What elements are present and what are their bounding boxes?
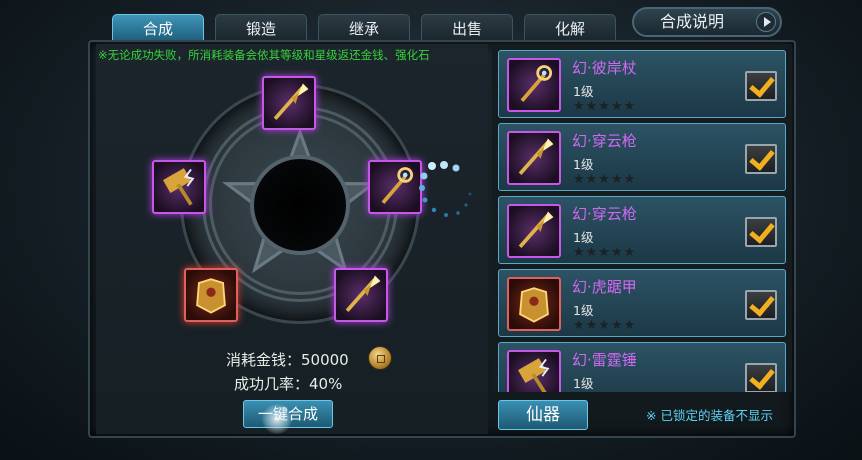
cost-label: 消耗金钱：50000 <box>226 351 349 369</box>
spear-icon <box>507 131 561 185</box>
list-item[interactable]: 幻·穿云枪 1级 ★★★★★ <box>498 196 786 264</box>
staff-icon <box>381 167 414 204</box>
touch-glow <box>262 404 292 434</box>
armor-icon <box>507 277 561 331</box>
item-name: 幻·雷霆锤 <box>572 351 637 369</box>
item-name: 幻·彼岸杖 <box>572 59 637 77</box>
spear-icon <box>273 83 309 120</box>
armor-icon <box>196 278 226 314</box>
tab-synthesis[interactable]: 合成 <box>112 14 204 42</box>
select-checkbox[interactable] <box>745 363 777 392</box>
synthesis-notice: ※无论成功失败，所消耗装备会依其等级和星级返还金钱、强化石 <box>98 48 430 62</box>
select-checkbox[interactable] <box>745 217 777 247</box>
star-rating: ★★★★★ <box>573 391 636 392</box>
tab-dissolve[interactable]: 化解 <box>524 14 616 42</box>
slot-right[interactable] <box>368 160 422 214</box>
list-item[interactable]: 幻·彼岸杖 1级 ★★★★★ <box>498 50 786 118</box>
star-rating: ★★★★★ <box>573 99 637 114</box>
success-rate-label: 成功几率：40% <box>234 375 343 393</box>
star-rating: ★★★★★ <box>573 172 637 187</box>
item-level: 1级 <box>573 376 594 391</box>
gold-coin-icon <box>368 346 392 370</box>
slot-top[interactable] <box>262 76 316 130</box>
synthesis-core <box>250 155 350 255</box>
slot-bottom-left[interactable] <box>184 268 238 322</box>
item-level: 1级 <box>573 157 594 172</box>
select-checkbox[interactable] <box>745 290 777 320</box>
play-arrow-icon <box>756 12 776 32</box>
slot-bottom-right[interactable] <box>334 268 388 322</box>
list-item[interactable]: 幻·虎踞甲 1级 ★★★★★ <box>498 269 786 337</box>
synthesis-help-button[interactable]: 合成说明 <box>632 7 782 37</box>
star-rating: ★★★★★ <box>573 318 637 333</box>
xianqi-filter-button[interactable]: 仙器 <box>498 400 588 430</box>
item-name: 幻·穿云枪 <box>572 205 637 223</box>
item-name: 幻·虎踞甲 <box>572 278 637 296</box>
item-level: 1级 <box>573 230 594 245</box>
slot-left[interactable] <box>152 160 206 214</box>
select-checkbox[interactable] <box>745 144 777 174</box>
locked-items-note: ※ 已锁定的装备不显示 <box>646 408 773 423</box>
tab-inherit[interactable]: 继承 <box>318 14 410 42</box>
tab-sell[interactable]: 出售 <box>421 14 513 42</box>
star-rating: ★★★★★ <box>573 245 637 260</box>
list-item[interactable]: 幻·雷霆锤 1级 ★★★★★ <box>498 342 786 392</box>
item-name: 幻·穿云枪 <box>572 132 637 150</box>
item-level: 1级 <box>573 303 594 318</box>
equipment-list[interactable]: 幻·彼岸杖 1级 ★★★★★ 幻·穿云枪 1级 ★★★★★ 幻·穿云枪 1级 ★… <box>492 44 792 392</box>
spear-icon <box>345 275 381 312</box>
select-checkbox[interactable] <box>745 71 777 101</box>
game-screen: 合成 锻造 继承 出售 化解 合成说明 ※无论成功失败，所消耗装备会依其等级和星… <box>0 0 862 460</box>
hammer-icon <box>507 350 561 392</box>
hammer-icon <box>163 168 195 206</box>
spear-icon <box>507 204 561 258</box>
list-item[interactable]: 幻·穿云枪 1级 ★★★★★ <box>498 123 786 191</box>
staff-icon <box>507 58 561 112</box>
tab-forge[interactable]: 锻造 <box>215 14 307 42</box>
help-button-label: 合成说明 <box>660 12 725 31</box>
loading-dots-icon <box>419 161 472 217</box>
item-level: 1级 <box>573 84 594 99</box>
